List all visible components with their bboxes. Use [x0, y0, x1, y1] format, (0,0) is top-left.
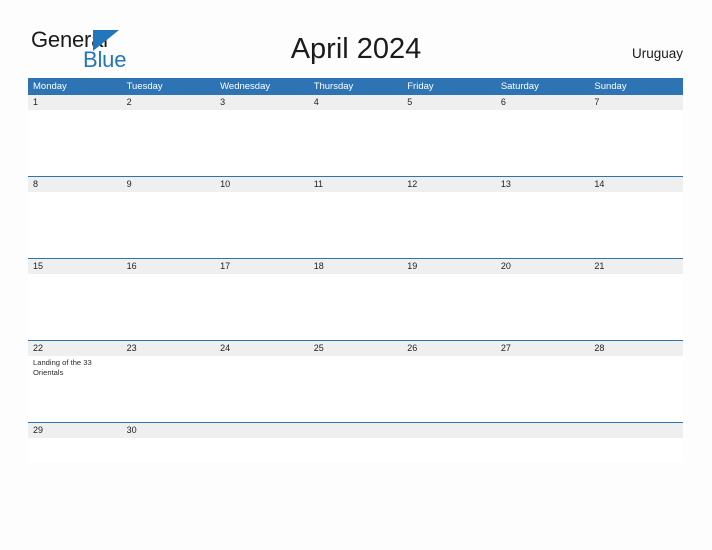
- day-event: [309, 438, 403, 462]
- day-number[interactable]: 1: [28, 95, 122, 110]
- day-number[interactable]: 20: [496, 259, 590, 274]
- week-event-band: [28, 192, 683, 258]
- day-event[interactable]: [589, 274, 683, 340]
- day-number[interactable]: 17: [215, 259, 309, 274]
- week-event-band: [28, 438, 683, 462]
- day-number[interactable]: 23: [122, 341, 216, 356]
- day-number[interactable]: 24: [215, 341, 309, 356]
- week-row: 1 2 3 4 5 6 7: [28, 95, 683, 176]
- day-event: [589, 438, 683, 462]
- calendar-page: General Blue April 2024 Uruguay Monday T…: [0, 0, 712, 550]
- weekday-header-wednesday: Wednesday: [220, 81, 271, 92]
- day-number[interactable]: 6: [496, 95, 590, 110]
- day-event[interactable]: [402, 192, 496, 258]
- day-number[interactable]: 11: [309, 177, 403, 192]
- day-number: [309, 423, 403, 438]
- day-number[interactable]: 14: [589, 177, 683, 192]
- day-number[interactable]: 21: [589, 259, 683, 274]
- day-event[interactable]: [122, 356, 216, 422]
- day-number[interactable]: 19: [402, 259, 496, 274]
- day-event[interactable]: [28, 274, 122, 340]
- day-event[interactable]: [28, 438, 122, 462]
- page-header: General Blue April 2024 Uruguay: [0, 0, 712, 76]
- day-number: [402, 423, 496, 438]
- week-date-band: 22 23 24 25 26 27 28: [28, 341, 683, 356]
- day-event: [402, 438, 496, 462]
- day-number[interactable]: 27: [496, 341, 590, 356]
- day-event[interactable]: [215, 356, 309, 422]
- day-event[interactable]: [496, 110, 590, 176]
- day-number[interactable]: 29: [28, 423, 122, 438]
- day-event[interactable]: [28, 110, 122, 176]
- day-event[interactable]: [215, 110, 309, 176]
- page-title: April 2024: [290, 33, 422, 65]
- weekday-header-saturday: Saturday: [500, 81, 539, 92]
- week-row: 15 16 17 18 19 20 21: [28, 258, 683, 340]
- week-date-band: 8 9 10 11 12 13 14: [28, 177, 683, 192]
- day-number[interactable]: 2: [122, 95, 216, 110]
- day-number[interactable]: 26: [402, 341, 496, 356]
- day-number[interactable]: 28: [589, 341, 683, 356]
- day-event[interactable]: [28, 192, 122, 258]
- weekday-header-thursday: Thursday: [313, 81, 354, 92]
- week-event-band: Landing of the 33 Orientals: [28, 356, 683, 422]
- day-number[interactable]: 30: [122, 423, 216, 438]
- day-number[interactable]: 25: [309, 341, 403, 356]
- day-number: [589, 423, 683, 438]
- week-event-band: [28, 110, 683, 176]
- week-event-band: [28, 274, 683, 340]
- day-number[interactable]: 12: [402, 177, 496, 192]
- day-event[interactable]: [309, 192, 403, 258]
- day-event[interactable]: [122, 192, 216, 258]
- week-row: 29 30: [28, 422, 683, 462]
- day-event[interactable]: [122, 438, 216, 462]
- day-event[interactable]: [589, 110, 683, 176]
- day-number: [215, 423, 309, 438]
- calendar-grid: Monday Tuesday Wednesday Thursday Friday…: [28, 78, 683, 462]
- day-event[interactable]: [402, 110, 496, 176]
- weekday-header-tuesday: Tuesday: [126, 81, 163, 92]
- day-number[interactable]: 8: [28, 177, 122, 192]
- country-label: Uruguay: [631, 46, 683, 61]
- day-event[interactable]: Landing of the 33 Orientals: [28, 356, 122, 422]
- weekday-header-friday: Friday: [407, 81, 434, 92]
- week-date-band: 1 2 3 4 5 6 7: [28, 95, 683, 110]
- day-event[interactable]: [215, 274, 309, 340]
- day-number[interactable]: 22: [28, 341, 122, 356]
- day-number[interactable]: 5: [402, 95, 496, 110]
- day-number[interactable]: 3: [215, 95, 309, 110]
- week-date-band: 29 30: [28, 423, 683, 438]
- day-event[interactable]: [309, 110, 403, 176]
- day-number[interactable]: 16: [122, 259, 216, 274]
- day-event[interactable]: [402, 356, 496, 422]
- day-event[interactable]: [309, 274, 403, 340]
- weekday-header-sunday: Sunday: [594, 81, 627, 92]
- day-number[interactable]: 7: [589, 95, 683, 110]
- day-event[interactable]: [496, 274, 590, 340]
- day-event[interactable]: [496, 192, 590, 258]
- day-event[interactable]: [122, 274, 216, 340]
- week-date-band: 15 16 17 18 19 20 21: [28, 259, 683, 274]
- week-row: 8 9 10 11 12 13 14: [28, 176, 683, 258]
- day-event[interactable]: [589, 356, 683, 422]
- day-event[interactable]: [122, 110, 216, 176]
- weekday-header-row: Monday Tuesday Wednesday Thursday Friday…: [28, 78, 683, 95]
- day-number: [496, 423, 590, 438]
- day-event: [496, 438, 590, 462]
- day-number[interactable]: 13: [496, 177, 590, 192]
- week-row: 22 23 24 25 26 27 28 Landing of the 33 O…: [28, 340, 683, 422]
- day-event: [215, 438, 309, 462]
- day-number[interactable]: 9: [122, 177, 216, 192]
- day-number[interactable]: 4: [309, 95, 403, 110]
- day-event[interactable]: [215, 192, 309, 258]
- day-number[interactable]: 18: [309, 259, 403, 274]
- day-number[interactable]: 15: [28, 259, 122, 274]
- weekday-header-monday: Monday: [33, 81, 67, 92]
- day-event[interactable]: [589, 192, 683, 258]
- day-number[interactable]: 10: [215, 177, 309, 192]
- day-event[interactable]: [309, 356, 403, 422]
- day-event[interactable]: [496, 356, 590, 422]
- day-event[interactable]: [402, 274, 496, 340]
